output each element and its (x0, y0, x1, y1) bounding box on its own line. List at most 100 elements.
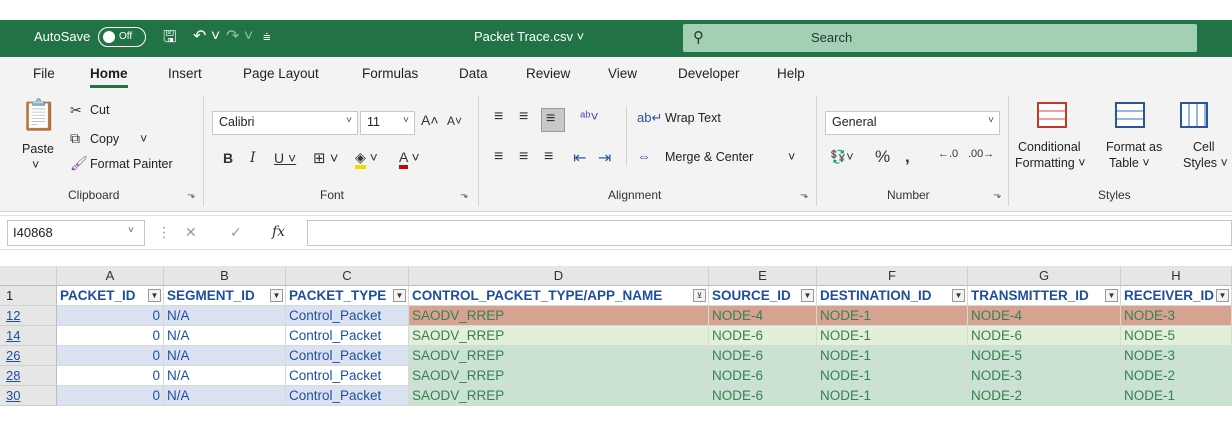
cell-transmitter-id[interactable]: NODE-3 (968, 366, 1121, 386)
align-center-icon[interactable]: ≡ (519, 148, 528, 166)
cell-receiver-id[interactable]: NODE-3 (1121, 346, 1232, 366)
cell-packet-id[interactable]: 0 (57, 366, 164, 386)
search-box[interactable]: ⚲ Search (683, 24, 1197, 52)
cell-destination-id[interactable]: NODE-1 (817, 326, 968, 346)
column-header-f[interactable]: F (817, 266, 968, 286)
align-right-icon[interactable]: ≡ (544, 148, 553, 166)
tab-page-layout[interactable]: Page Layout (243, 66, 319, 81)
cell-packet-type[interactable]: Control_Packet (286, 346, 409, 366)
increase-indent-icon[interactable]: ⇥ (598, 148, 611, 168)
select-all-corner[interactable] (0, 266, 57, 286)
merge-center-button[interactable]: Merge & Center (665, 150, 753, 164)
align-left-icon[interactable]: ≡ (494, 148, 503, 166)
cell-receiver-id[interactable]: NODE-5 (1121, 326, 1232, 346)
undo-icon[interactable]: ↶ ˅ (193, 26, 220, 46)
header-cell-receiver-id[interactable]: RECEIVER_ID ▼ (1121, 286, 1232, 306)
cell-styles-line1[interactable]: Cell (1193, 140, 1215, 154)
row-header-1[interactable]: 1 (0, 286, 57, 306)
tab-help[interactable]: Help (777, 66, 805, 81)
tab-home[interactable]: Home (90, 66, 128, 88)
orientation-icon[interactable]: ᵃᵇ˅ (580, 108, 599, 124)
redo-icon[interactable]: ↷ ˅ (226, 26, 253, 46)
cut-icon[interactable]: ✂ (70, 102, 82, 119)
filter-active-icon[interactable]: ⊻ (693, 289, 706, 302)
cell-control-packet-type[interactable]: SAODV_RREP (409, 306, 709, 326)
cell-control-packet-type[interactable]: SAODV_RREP (409, 366, 709, 386)
save-icon[interactable]: 🖫 (163, 26, 177, 53)
header-cell-source-id[interactable]: SOURCE_ID ▼ (709, 286, 817, 306)
row-header[interactable]: 26 (0, 346, 57, 366)
copy-dropdown-icon[interactable]: ˅ (140, 132, 147, 146)
clipboard-launcher-icon[interactable]: ⬎ (187, 190, 195, 201)
align-bottom-icon[interactable]: ≡ (546, 110, 555, 128)
column-header-a[interactable]: A (57, 266, 164, 286)
tab-review[interactable]: Review (526, 66, 570, 81)
column-header-d[interactable]: D (409, 266, 709, 286)
cell-packet-id[interactable]: 0 (57, 346, 164, 366)
cell-packet-id[interactable]: 0 (57, 326, 164, 346)
increase-decimal-icon[interactable]: ←.0 (938, 148, 958, 160)
autosave-toggle[interactable]: Off (98, 27, 146, 47)
filter-dropdown-icon[interactable]: ▼ (148, 289, 161, 302)
customize-quick-access-icon[interactable]: ⩧ (263, 29, 271, 45)
decrease-decimal-icon[interactable]: .00→ (968, 148, 994, 160)
enter-icon[interactable]: ✓ (230, 224, 242, 241)
paste-icon[interactable]: 📋 (20, 98, 57, 133)
tab-data[interactable]: Data (459, 66, 488, 81)
cell-receiver-id[interactable]: NODE-1 (1121, 386, 1232, 406)
conditional-formatting-line2[interactable]: Formatting ˅ (1015, 156, 1086, 170)
header-cell-transmitter-id[interactable]: TRANSMITTER_ID ▼ (968, 286, 1121, 306)
header-cell-destination-id[interactable]: DESTINATION_ID ▼ (817, 286, 968, 306)
number-format-select[interactable]: General ˅ (825, 111, 1000, 135)
underline-icon[interactable]: U ˅ (274, 150, 296, 166)
filter-dropdown-icon[interactable]: ▼ (270, 289, 283, 302)
cell-segment-id[interactable]: N/A (164, 366, 286, 386)
cell-packet-type[interactable]: Control_Packet (286, 386, 409, 406)
row-header[interactable]: 14 (0, 326, 57, 346)
cell-transmitter-id[interactable]: NODE-5 (968, 346, 1121, 366)
cell-transmitter-id[interactable]: NODE-6 (968, 326, 1121, 346)
align-top-icon[interactable]: ≡ (494, 108, 503, 126)
column-header-h[interactable]: H (1121, 266, 1232, 286)
header-cell-packet-id[interactable]: PACKET_ID ▼ (57, 286, 164, 306)
cell-destination-id[interactable]: NODE-1 (817, 366, 968, 386)
tab-formulas[interactable]: Formulas (362, 66, 418, 81)
cell-segment-id[interactable]: N/A (164, 346, 286, 366)
paste-button[interactable]: Paste (22, 142, 54, 156)
alignment-launcher-icon[interactable]: ⬎ (800, 190, 808, 201)
format-as-table-icon[interactable] (1115, 102, 1145, 128)
cell-packet-type[interactable]: Control_Packet (286, 366, 409, 386)
conditional-formatting-line1[interactable]: Conditional (1018, 140, 1081, 154)
paste-dropdown-icon[interactable]: ˅ (32, 158, 39, 172)
cut-button[interactable]: Cut (90, 103, 109, 117)
cell-styles-line2[interactable]: Styles ˅ (1183, 156, 1228, 170)
filter-dropdown-icon[interactable]: ▼ (952, 289, 965, 302)
document-title[interactable]: Packet Trace.csv ˅ (474, 29, 584, 44)
cell-transmitter-id[interactable]: NODE-4 (968, 306, 1121, 326)
format-as-table-line2[interactable]: Table ˅ (1109, 156, 1150, 170)
cell-control-packet-type[interactable]: SAODV_RREP (409, 326, 709, 346)
header-cell-packet-type[interactable]: PACKET_TYPE ▼ (286, 286, 409, 306)
tab-developer[interactable]: Developer (678, 66, 740, 81)
wrap-text-button[interactable]: Wrap Text (665, 111, 721, 125)
italic-icon[interactable]: I (250, 150, 256, 166)
cell-packet-type[interactable]: Control_Packet (286, 326, 409, 346)
font-launcher-icon[interactable]: ⬎ (460, 190, 468, 201)
tab-insert[interactable]: Insert (168, 66, 202, 81)
cell-source-id[interactable]: NODE-6 (709, 366, 817, 386)
cell-segment-id[interactable]: N/A (164, 326, 286, 346)
name-box[interactable]: I40868 ˅ (7, 220, 145, 246)
copy-button[interactable]: Copy (90, 132, 119, 146)
percent-style-icon[interactable]: % (875, 147, 890, 167)
accounting-format-icon[interactable]: 💱˅ (830, 149, 854, 165)
cell-source-id[interactable]: NODE-6 (709, 386, 817, 406)
cancel-icon[interactable]: ✕ (185, 224, 197, 241)
copy-icon[interactable]: ⧉ (70, 130, 80, 147)
column-header-c[interactable]: C (286, 266, 409, 286)
comma-style-icon[interactable]: , (905, 147, 910, 167)
cell-control-packet-type[interactable]: SAODV_RREP (409, 346, 709, 366)
filter-dropdown-icon[interactable]: ▼ (393, 289, 406, 302)
row-header[interactable]: 12 (0, 306, 57, 326)
cell-destination-id[interactable]: NODE-1 (817, 386, 968, 406)
cell-packet-id[interactable]: 0 (57, 306, 164, 326)
